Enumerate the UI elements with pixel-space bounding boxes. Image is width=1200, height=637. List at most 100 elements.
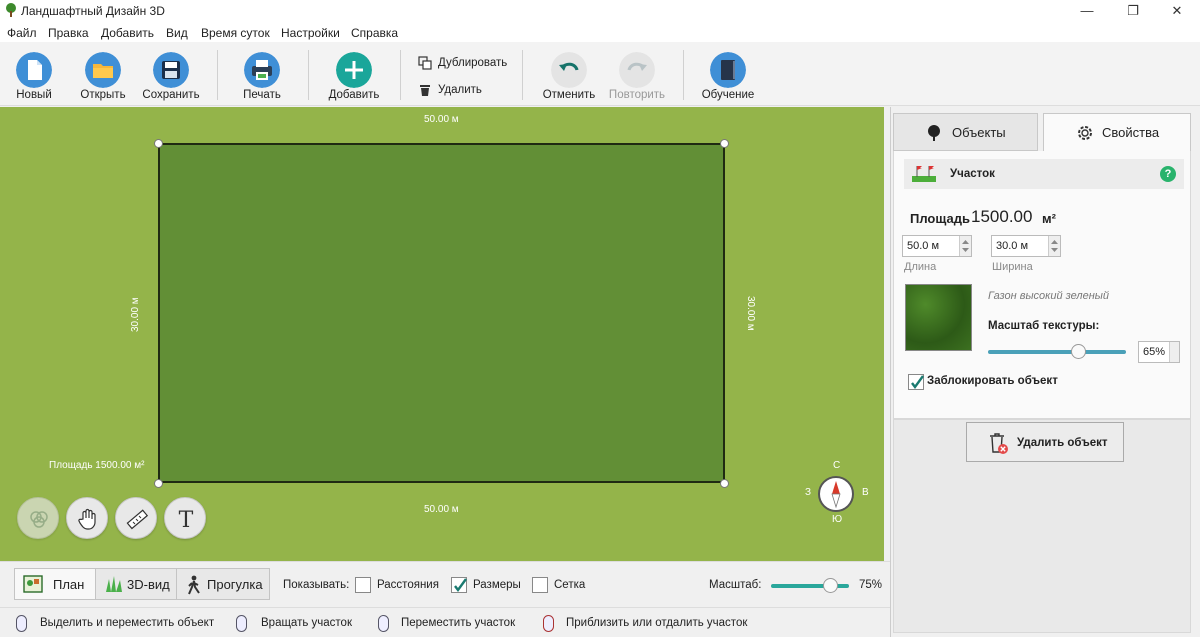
length-label: Длина bbox=[904, 261, 937, 273]
undo-button[interactable]: Отменить bbox=[540, 42, 598, 106]
side-panel: Объекты Свойства Участок ? Площадь 1500.… bbox=[890, 107, 1200, 637]
trash-delete-icon bbox=[990, 433, 1008, 454]
menu-add[interactable]: Добавить bbox=[101, 26, 154, 40]
redo-button[interactable]: Повторить bbox=[606, 42, 668, 106]
properties-panel: Участок ? Площадь 1500.00 м² 50.0 м Длин… bbox=[893, 151, 1191, 419]
compass-east-label: В bbox=[862, 487, 869, 498]
ruler-icon bbox=[126, 509, 149, 530]
app-tree-icon bbox=[6, 3, 16, 17]
plot-area-label: Площадь 1500.00 м² bbox=[49, 460, 145, 471]
menu-time-of-day[interactable]: Время суток bbox=[201, 26, 270, 40]
dimensions-label: Размеры bbox=[473, 579, 521, 591]
grid-checkbox[interactable] bbox=[532, 577, 548, 593]
scale-label: Масштаб: bbox=[709, 579, 762, 591]
hint-move-plot: Переместить участок bbox=[401, 617, 516, 629]
length-input[interactable]: 50.0 м bbox=[902, 235, 972, 257]
grass-3d-icon bbox=[106, 576, 122, 592]
help-button[interactable]: ? bbox=[1160, 166, 1176, 182]
plant-cluster-icon bbox=[30, 511, 48, 528]
length-stepper[interactable] bbox=[959, 236, 971, 256]
window-title: Ландшафтный Дизайн 3D bbox=[21, 4, 165, 18]
book-icon bbox=[710, 52, 746, 88]
corner-handle[interactable] bbox=[154, 139, 163, 148]
check-icon bbox=[454, 578, 467, 593]
duplicate-icon bbox=[418, 56, 432, 70]
area-label: Площадь bbox=[910, 211, 970, 226]
dimensions-checkbox[interactable] bbox=[451, 577, 467, 593]
trash-icon bbox=[420, 85, 430, 96]
mouse-right-click-icon bbox=[236, 615, 247, 632]
delete-object-button[interactable]: Удалить объект bbox=[966, 422, 1124, 462]
menu-file[interactable]: Файл bbox=[7, 26, 37, 40]
scale-slider[interactable] bbox=[771, 578, 849, 593]
compass-needle-icon bbox=[831, 481, 841, 509]
hint-bar: Выделить и переместить объект Вращать уч… bbox=[0, 607, 890, 637]
menu-view[interactable]: Вид bbox=[166, 26, 188, 40]
texture-scale-stepper[interactable] bbox=[1169, 342, 1179, 362]
area-value: 1500.00 bbox=[971, 207, 1033, 226]
tab-properties[interactable]: Свойства bbox=[1043, 113, 1191, 151]
toolbar-separator bbox=[308, 50, 309, 100]
plants-tool-button[interactable] bbox=[17, 497, 59, 539]
new-file-icon bbox=[16, 52, 52, 88]
corner-handle[interactable] bbox=[154, 479, 163, 488]
texture-scale-knob[interactable] bbox=[1070, 344, 1086, 359]
mouse-left-click-icon bbox=[16, 615, 27, 632]
toolbar-separator bbox=[400, 50, 401, 100]
lock-object-checkbox[interactable] bbox=[908, 374, 924, 390]
distances-checkbox[interactable] bbox=[355, 577, 371, 593]
menu-bar: Файл Правка Добавить Вид Время суток Нас… bbox=[0, 22, 1200, 42]
plan-canvas[interactable]: 50.00 м 50.00 м 30.00 м 30.00 м Площадь … bbox=[0, 107, 884, 561]
save-button[interactable]: Сохранить bbox=[140, 42, 202, 106]
menu-edit[interactable]: Правка bbox=[48, 26, 89, 40]
toolbar-separator bbox=[522, 50, 523, 100]
menu-help[interactable]: Справка bbox=[351, 26, 398, 40]
texture-scale-input[interactable]: 65% bbox=[1138, 341, 1180, 363]
add-button[interactable]: Добавить bbox=[326, 42, 382, 106]
close-button[interactable]: ✕ bbox=[1154, 0, 1200, 22]
tutorial-button[interactable]: Обучение bbox=[698, 42, 758, 106]
texture-scale-slider[interactable] bbox=[988, 344, 1126, 359]
tree-icon bbox=[928, 125, 940, 141]
compass[interactable] bbox=[818, 476, 854, 512]
toolbar-separator bbox=[217, 50, 218, 100]
hand-icon bbox=[78, 508, 96, 530]
stepper-arrows-icon bbox=[1051, 240, 1058, 252]
text-tool-button[interactable]: T bbox=[164, 497, 206, 539]
toolbar-separator bbox=[683, 50, 684, 100]
compass-west-label: З bbox=[805, 487, 812, 498]
garden-plot[interactable] bbox=[158, 143, 725, 483]
object-name: Участок bbox=[950, 168, 995, 180]
dimension-right: 30.00 м bbox=[745, 296, 756, 331]
dimension-left: 30.00 м bbox=[130, 297, 141, 332]
walk-view-button[interactable]: Прогулка bbox=[176, 568, 270, 600]
corner-handle[interactable] bbox=[720, 479, 729, 488]
dimension-top: 50.00 м bbox=[424, 114, 459, 125]
width-stepper[interactable] bbox=[1048, 236, 1060, 256]
properties-lower-area: Удалить объект bbox=[893, 419, 1191, 633]
scale-value: 75% bbox=[859, 579, 883, 591]
new-button[interactable]: Новый bbox=[8, 42, 60, 106]
plan-map-icon bbox=[23, 575, 43, 593]
maximize-button[interactable]: ❐ bbox=[1110, 0, 1156, 22]
corner-handle[interactable] bbox=[720, 139, 729, 148]
scale-slider-knob[interactable] bbox=[822, 578, 838, 593]
width-input[interactable]: 30.0 м bbox=[991, 235, 1061, 257]
duplicate-button[interactable]: Дублировать bbox=[418, 55, 518, 73]
measure-tool-button[interactable] bbox=[115, 497, 157, 539]
minimize-button[interactable]: — bbox=[1064, 0, 1110, 22]
plan-view-button[interactable]: План bbox=[14, 568, 96, 600]
delete-button[interactable]: Удалить bbox=[418, 82, 498, 100]
print-button[interactable]: Печать bbox=[236, 42, 288, 106]
title-bar: Ландшафтный Дизайн 3D — ❐ ✕ bbox=[0, 0, 1200, 22]
check-icon bbox=[911, 375, 924, 390]
texture-scale-label: Масштаб текстуры: bbox=[988, 320, 1100, 332]
toolbar: Новый Открыть Сохранить Печать Добавить … bbox=[0, 42, 1200, 106]
open-button[interactable]: Открыть bbox=[76, 42, 130, 106]
tab-objects[interactable]: Объекты bbox=[893, 113, 1038, 151]
texture-preview[interactable] bbox=[905, 284, 972, 351]
stepper-arrows-icon bbox=[962, 240, 969, 252]
3d-view-button[interactable]: 3D-вид bbox=[95, 568, 177, 600]
pan-tool-button[interactable] bbox=[66, 497, 108, 539]
menu-settings[interactable]: Настройки bbox=[281, 26, 340, 40]
